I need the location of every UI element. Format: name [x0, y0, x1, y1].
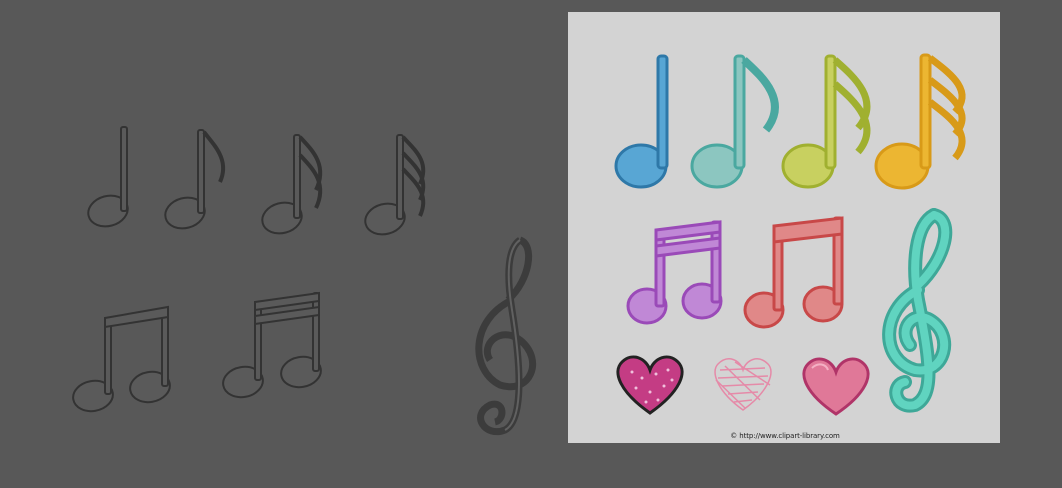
grey-beamed-eighth-notes-model[interactable]	[71, 305, 173, 414]
green-sixteenth-note[interactable]	[781, 54, 871, 189]
grey-sixteenth-note-model[interactable]	[259, 134, 323, 238]
grey-quarter-note-model[interactable]	[85, 126, 131, 231]
teal-eighth-note[interactable]	[690, 54, 779, 189]
grey-thirty-second-note-model[interactable]	[362, 134, 426, 239]
purple-beamed-sixteenth-notes[interactable]	[626, 220, 723, 325]
grey-beamed-sixteenth-notes-model[interactable]	[221, 291, 324, 400]
copyright-credit: © http://www.clipart-library.com	[730, 432, 840, 440]
red-beamed-eighth-notes[interactable]	[743, 216, 844, 329]
yellow-thirty-second-note[interactable]	[874, 53, 966, 190]
texture-sheet-art	[614, 53, 966, 416]
dotted-pink-heart[interactable]	[616, 355, 684, 415]
grey-eighth-note-model[interactable]	[162, 129, 226, 233]
scribble-pink-heart[interactable]	[714, 358, 772, 411]
grey-treble-clef-model[interactable]	[475, 236, 537, 436]
plain-pink-heart[interactable]	[802, 357, 870, 416]
blue-quarter-note[interactable]	[614, 54, 669, 189]
texture-sheet-panel[interactable]: © http://www.clipart-library.com	[568, 12, 1000, 443]
